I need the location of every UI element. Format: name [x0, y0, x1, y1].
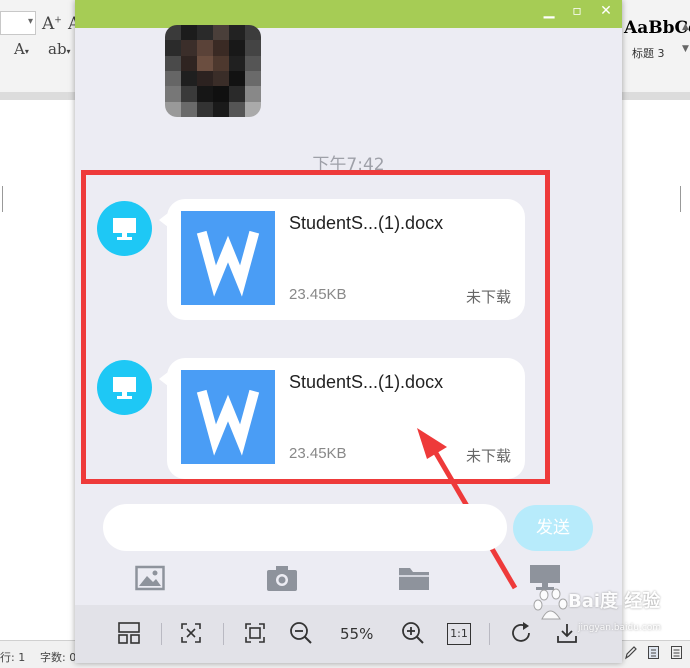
actual-size-button[interactable]: 1:1 — [447, 623, 471, 645]
crop-icon[interactable] — [243, 621, 267, 645]
chevron-down-icon: ▾ — [27, 16, 33, 27]
grow-font-icon[interactable]: A+ — [42, 14, 62, 34]
style-scroll-down-icon[interactable]: ▼ — [682, 44, 689, 54]
thumbnails-icon[interactable] — [117, 621, 141, 645]
fit-screen-icon[interactable] — [179, 621, 203, 645]
font-size-select[interactable]: ▾ — [0, 11, 36, 35]
toolbar-separator — [161, 623, 162, 645]
style-scroll-up-icon[interactable]: ▲ — [682, 22, 689, 32]
heading3-style-preview[interactable]: AaBbCc — [624, 18, 690, 38]
page-margin-mark-right — [680, 186, 690, 212]
pinyin-guide-icon[interactable]: ab▾ — [48, 40, 71, 58]
baidu-watermark: Bai度 经验 jingyan.baidu.com — [528, 579, 688, 635]
page-margin-mark-left — [0, 186, 3, 212]
watermark-text: Bai度 经验 — [568, 591, 661, 612]
actual-size-label: 1:1 — [450, 627, 468, 640]
message-input[interactable] — [103, 504, 507, 551]
outline-view-icon[interactable] — [670, 645, 683, 660]
zoom-out-icon[interactable] — [289, 621, 313, 645]
folder-icon[interactable] — [398, 564, 430, 592]
camera-icon[interactable] — [266, 564, 298, 592]
baidu-paw-logo — [533, 588, 568, 620]
status-line-number: 行: 1 — [0, 651, 26, 664]
status-word-count: 字数: 0 — [40, 651, 77, 664]
zoom-in-icon[interactable] — [401, 621, 425, 645]
page-view-icon[interactable] — [647, 645, 660, 660]
toolbar-separator — [223, 623, 224, 645]
toolbar-separator — [489, 623, 490, 645]
zoom-level: 55% — [340, 625, 374, 643]
image-viewer-window[interactable]: ▁ ▫ ✕ 下午7:42 StudentS...(1).docx 23.45KB… — [75, 0, 622, 663]
pencil-icon[interactable] — [624, 645, 637, 660]
send-button[interactable]: 发送 — [513, 505, 593, 551]
image-icon[interactable] — [135, 564, 165, 592]
watermark-url: jingyan.baidu.com — [578, 623, 662, 633]
heading3-style-label: 标题 3 — [632, 47, 665, 60]
text-effect-icon[interactable]: A▾ — [14, 40, 29, 58]
